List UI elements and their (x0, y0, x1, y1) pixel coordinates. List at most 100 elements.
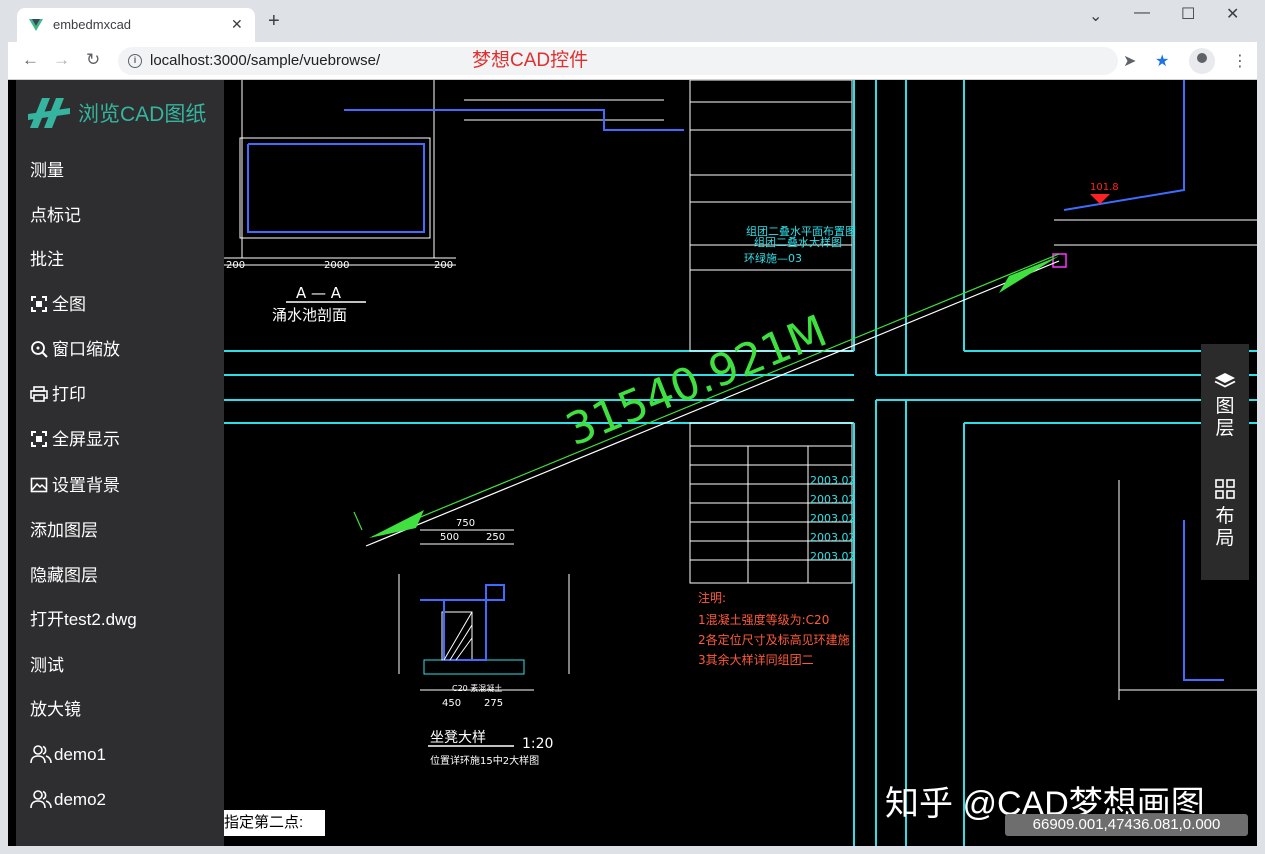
menu-demo1[interactable]: demo1 (30, 740, 220, 770)
menu-label: 窗口缩放 (52, 340, 120, 359)
maximize-icon[interactable]: ☐ (1181, 4, 1195, 24)
menu-magnifier[interactable]: 放大镜 (30, 695, 220, 725)
users-icon (30, 790, 52, 809)
detail-scale: 1:20 (522, 736, 553, 752)
image-icon (30, 477, 48, 493)
layers-label: 图层 (1215, 396, 1235, 439)
layout-grid-icon (1215, 479, 1235, 499)
svg-text:C20 素混凝土: C20 素混凝土 (452, 683, 502, 693)
svg-text:3其余大样详同组团二: 3其余大样详同组团二 (698, 652, 814, 667)
menu-hide-layer[interactable]: 隐藏图层 (30, 561, 220, 591)
svg-text:2000: 2000 (324, 260, 349, 271)
command-prompt: 指定第二点: (224, 810, 325, 836)
menu-fullscreen[interactable]: 全屏显示 (30, 425, 220, 455)
browser-toolbar: ← → ↻ i localhost:3000/sample/vuebrowse/… (8, 42, 1257, 80)
svg-text:1混凝土强度等级为:C20: 1混凝土强度等级为:C20 (698, 612, 829, 627)
menu-demo2[interactable]: demo2 (30, 785, 220, 815)
menu-label: 添加图层 (30, 521, 98, 540)
menu-open-test2[interactable]: 打开test2.dwg (30, 605, 220, 635)
tab-strip: embedmxcad ✕ + ⌄ — ☐ ✕ (0, 0, 1265, 42)
detail-title: 坐凳大样 (430, 730, 486, 746)
detail-note: 位置详环施15中2大样图 (430, 754, 539, 767)
menu-window-zoom[interactable]: 窗口缩放 (30, 335, 220, 365)
layers-icon (1214, 373, 1236, 388)
menu-kebab-icon[interactable]: ⋮ (1232, 51, 1248, 71)
menu-label: 设置背景 (52, 476, 120, 495)
menu-add-layer[interactable]: 添加图层 (30, 516, 220, 546)
layers-button[interactable]: 图层 (1201, 372, 1249, 440)
svg-text:450: 450 (442, 698, 461, 709)
svg-text:750: 750 (456, 518, 475, 529)
vue-logo-icon (29, 19, 43, 31)
menu-label: demo2 (54, 790, 106, 809)
layout-button[interactable]: 布局 (1201, 478, 1249, 550)
close-window-icon[interactable]: ✕ (1226, 4, 1239, 24)
menu-label: 全图 (52, 295, 86, 314)
svg-text:500: 500 (440, 532, 459, 543)
svg-text:2003.02: 2003.02 (810, 550, 856, 563)
menu-label: 全屏显示 (52, 430, 120, 449)
address-bar[interactable]: i localhost:3000/sample/vuebrowse/ 梦想CAD… (118, 47, 1118, 75)
svg-text:275: 275 (484, 698, 503, 709)
tab-close-icon[interactable]: ✕ (231, 16, 243, 33)
menu-label: 测试 (30, 656, 64, 675)
send-icon[interactable]: ➤ (1123, 51, 1136, 71)
menu-point-mark[interactable]: 点标记 (30, 201, 220, 231)
svg-text:2003.02: 2003.02 (810, 512, 856, 525)
page-content: 组团二叠水平面布置图 组团二叠水大样图 环绿施—03 2003.02 2003.… (8, 80, 1257, 846)
back-icon[interactable]: ← (22, 51, 39, 69)
right-panel: 图层 布局 (1201, 344, 1249, 580)
menu-label: 批注 (30, 250, 64, 269)
users-icon (30, 745, 52, 764)
menu-test[interactable]: 测试 (30, 651, 220, 681)
menu-print[interactable]: 打印 (30, 380, 220, 410)
new-tab-button[interactable]: + (268, 11, 280, 31)
reload-icon[interactable]: ↻ (86, 51, 100, 69)
menu-label: 打印 (52, 385, 86, 404)
brand-title: 浏览CAD图纸 (78, 103, 207, 126)
section-title: A — A (296, 284, 342, 302)
cad-canvas[interactable]: 组团二叠水平面布置图 组团二叠水大样图 环绿施—03 2003.02 2003.… (224, 80, 1257, 846)
svg-text:200: 200 (226, 260, 245, 271)
overlay-title: 梦想CAD控件 (472, 50, 589, 71)
zoom-window-icon (31, 341, 48, 358)
tab-title: embedmxcad (53, 17, 132, 32)
brand-logo: 浏览CAD图纸 (26, 94, 226, 130)
forward-icon[interactable]: → (53, 51, 70, 69)
svg-text:2003.02: 2003.02 (810, 493, 856, 506)
menu-measure[interactable]: 测量 (30, 156, 220, 186)
svg-text:200: 200 (434, 260, 453, 271)
svg-text:2各定位尺寸及标高见环建施: 2各定位尺寸及标高见环建施 (698, 632, 850, 647)
minimize-icon[interactable]: — (1134, 4, 1150, 22)
url-text[interactable]: localhost:3000/sample/vuebrowse/ (150, 52, 380, 69)
menu-label: 放大镜 (30, 700, 81, 719)
browser-window: embedmxcad ✕ + ⌄ — ☐ ✕ ← → ↻ i localhost… (0, 0, 1265, 854)
site-info-icon[interactable]: i (128, 54, 142, 68)
menu-label: demo1 (54, 745, 106, 764)
svg-text:2003.02: 2003.02 (810, 474, 856, 487)
title-drawing-no: 环绿施—03 (744, 251, 802, 265)
menu-label: 打开test2.dwg (30, 610, 137, 629)
brand-logo-icon (28, 98, 70, 128)
printer-icon (30, 386, 48, 402)
sidebar: 浏览CAD图纸 测量 点标记 批注 全图 窗口缩放 打印 全屏显示 设置背景 添… (16, 80, 224, 846)
fullview-icon (31, 296, 47, 312)
svg-text:注明:: 注明: (698, 590, 726, 605)
menu-set-background[interactable]: 设置背景 (30, 471, 220, 501)
profile-avatar[interactable] (1189, 48, 1215, 74)
level-value: 101.8 (1090, 182, 1119, 193)
menu-label: 测量 (30, 161, 64, 180)
svg-text:250: 250 (486, 532, 505, 543)
menu-annotate[interactable]: 批注 (30, 245, 220, 275)
coordinate-readout: 66909.001,47436.081,0.000 (1005, 814, 1248, 836)
title-drawing-name-2: 组团二叠水大样图 (754, 235, 842, 249)
bookmark-star-icon[interactable]: ★ (1155, 51, 1169, 71)
menu-full-view[interactable]: 全图 (30, 290, 220, 320)
section-subtitle: 涌水池剖面 (272, 306, 347, 324)
menu-label: 点标记 (30, 206, 81, 225)
fullscreen-icon (31, 431, 47, 447)
browser-tab[interactable]: embedmxcad ✕ (17, 8, 255, 42)
svg-text:2003.02: 2003.02 (810, 531, 856, 544)
tab-search-icon[interactable]: ⌄ (1089, 6, 1102, 26)
menu-label: 隐藏图层 (30, 566, 98, 585)
